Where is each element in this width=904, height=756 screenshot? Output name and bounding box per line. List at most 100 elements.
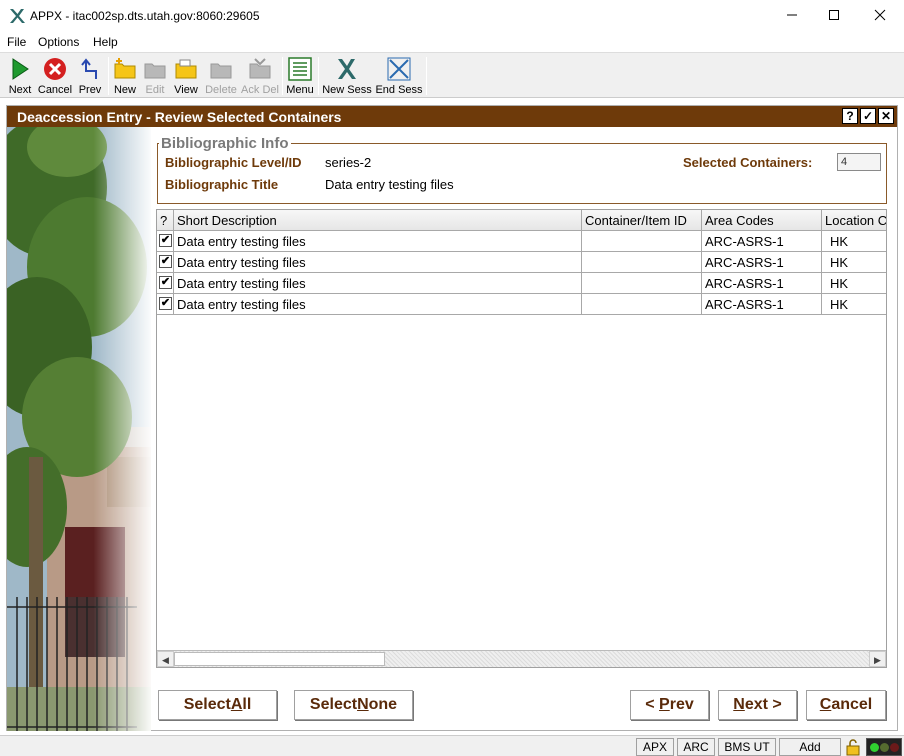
menu-options[interactable]: Options (38, 35, 79, 49)
row-location: HK (830, 255, 849, 270)
window-title: APPX - itac002sp.dts.utah.gov:8060:29605 (30, 9, 260, 23)
bibliographic-info-group (157, 143, 887, 204)
prev-label-rest: rev (669, 696, 694, 713)
building-photo (7, 127, 151, 731)
next-toolbar-label: Next (8, 84, 32, 96)
table-row[interactable]: ✔ Data entry testing files ARC-ASRS-1 HK (157, 231, 886, 252)
prev-toolbar-button[interactable]: Prev (76, 55, 104, 97)
row-checkbox[interactable]: ✔ (159, 234, 172, 247)
next-mnemonic: N (733, 696, 745, 713)
end-session-toolbar-label: End Sess (375, 84, 423, 96)
column-header-short-description[interactable]: Short Description (174, 210, 582, 231)
maximize-button[interactable] (814, 0, 854, 30)
select-none-button[interactable]: Select None (294, 690, 413, 720)
row-container-id (582, 252, 702, 273)
status-apx: APX (636, 738, 674, 756)
prev-mnemonic: P (659, 696, 670, 713)
cancel-icon (44, 58, 66, 80)
ack-delete-icon (249, 58, 271, 79)
new-session-toolbar-button[interactable]: New Sess (322, 55, 372, 97)
row-location: HK (830, 276, 849, 291)
page-title: Deaccession Entry - Review Selected Cont… (17, 109, 342, 125)
row-short-description: Data entry testing files (174, 273, 582, 294)
end-session-toolbar-button[interactable]: End Sess (375, 55, 423, 97)
menu-file[interactable]: File (7, 35, 26, 49)
select-all-mnemonic: A (230, 696, 243, 713)
main-panel: Deaccession Entry - Review Selected Cont… (6, 105, 898, 731)
delete-folder-icon (210, 63, 232, 79)
row-short-description: Data entry testing files (174, 231, 582, 252)
row-area-code: ARC-ASRS-1 (702, 273, 822, 294)
row-checkbox[interactable]: ✔ (159, 297, 172, 310)
view-toolbar-button[interactable]: View (173, 55, 199, 97)
scroll-right-arrow-icon[interactable]: ▶ (869, 651, 886, 667)
menu-bar: File Options Help (0, 32, 904, 52)
row-checkbox[interactable]: ✔ (159, 255, 172, 268)
row-short-description: Data entry testing files (174, 252, 582, 273)
row-short-description: Data entry testing files (174, 294, 582, 315)
next-toolbar-button[interactable]: Next (6, 55, 34, 97)
return-arrow-icon (81, 58, 97, 79)
new-toolbar-button[interactable]: New (112, 55, 138, 97)
title-bar: APPX - itac002sp.dts.utah.gov:8060:29605 (0, 0, 904, 32)
next-button[interactable]: Next > (718, 690, 797, 720)
row-location: HK (830, 297, 849, 312)
close-panel-button[interactable]: ✕ (878, 108, 894, 124)
prev-label: < (645, 696, 660, 713)
column-header-select[interactable]: ? (157, 210, 174, 231)
table-row[interactable]: ✔ Data entry testing files ARC-ASRS-1 HK (157, 252, 886, 273)
ack-del-toolbar-button[interactable]: Ack Del (241, 55, 279, 97)
new-session-toolbar-label: New Sess (322, 84, 372, 96)
column-header-area-codes[interactable]: Area Codes (702, 210, 822, 231)
row-container-id (582, 231, 702, 252)
column-header-container-id[interactable]: Container/Item ID (582, 210, 702, 231)
ok-button[interactable]: ✓ (860, 108, 876, 124)
table-row[interactable]: ✔ Data entry testing files ARC-ASRS-1 HK (157, 294, 886, 315)
row-checkbox[interactable]: ✔ (159, 276, 172, 289)
status-bar: APX ARC BMS UT Add (0, 735, 904, 756)
new-folder-icon (114, 58, 136, 79)
column-header-location[interactable]: Location C (822, 210, 886, 231)
edit-toolbar-button[interactable]: Edit (143, 55, 167, 97)
row-area-code: ARC-ASRS-1 (702, 252, 822, 273)
cancel-mnemonic: C (819, 696, 832, 713)
prev-button[interactable]: < Prev (630, 690, 709, 720)
containers-table: ? Short Description Container/Item ID Ar… (156, 209, 887, 668)
select-all-button[interactable]: Select All (158, 690, 277, 720)
panel-header: Deaccession Entry - Review Selected Cont… (7, 106, 897, 127)
cancel-button[interactable]: Cancel (806, 690, 886, 720)
view-toolbar-label: View (174, 84, 198, 96)
select-none-label-rest: one (368, 696, 398, 713)
horizontal-scrollbar[interactable]: ◀ ▶ (157, 650, 886, 667)
delete-toolbar-button[interactable]: Delete (204, 55, 238, 97)
cancel-toolbar-label: Cancel (37, 84, 73, 96)
select-all-label: Select (183, 696, 231, 713)
row-area-code: ARC-ASRS-1 (702, 294, 822, 315)
menu-help[interactable]: Help (93, 35, 118, 49)
ack-del-toolbar-label: Ack Del (241, 84, 279, 96)
scrollbar-thumb[interactable] (174, 652, 385, 666)
minimize-button[interactable] (772, 0, 812, 30)
table-row[interactable]: ✔ Data entry testing files ARC-ASRS-1 HK (157, 273, 886, 294)
select-none-label: Select (309, 696, 358, 713)
delete-toolbar-label: Delete (205, 84, 237, 96)
status-bms: BMS UT (718, 738, 776, 756)
cancel-toolbar-button[interactable]: Cancel (37, 55, 73, 97)
table-header-row: ? Short Description Container/Item ID Ar… (157, 210, 886, 231)
selected-containers-field: 4 (837, 153, 881, 171)
selected-containers-label: Selected Containers: (683, 155, 813, 170)
help-button[interactable]: ? (842, 108, 858, 124)
close-window-button[interactable] (860, 0, 900, 30)
bibliographic-level-value: series-2 (325, 155, 372, 170)
menu-list-icon (288, 57, 312, 81)
appx-x-icon (338, 59, 356, 79)
menu-toolbar-button[interactable]: Menu (286, 55, 314, 97)
bibliographic-info-legend: Bibliographic Info (159, 135, 291, 152)
edit-folder-icon (144, 63, 166, 79)
row-area-code: ARC-ASRS-1 (702, 231, 822, 252)
status-lights-icon (866, 738, 902, 756)
new-toolbar-label: New (113, 84, 136, 96)
prev-toolbar-label: Prev (78, 84, 102, 96)
status-arc: ARC (677, 738, 715, 756)
scroll-left-arrow-icon[interactable]: ◀ (157, 651, 174, 667)
